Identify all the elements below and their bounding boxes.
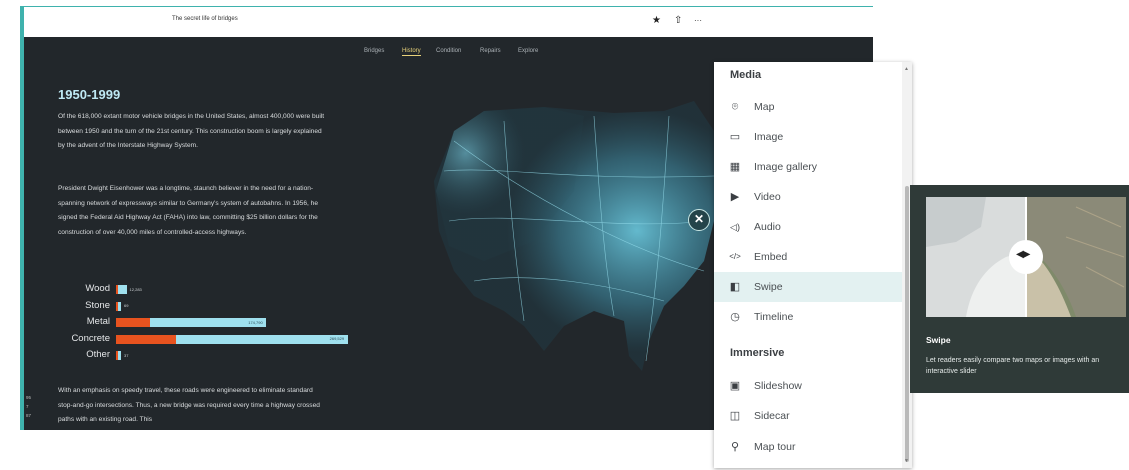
chart-category-label: Concrete	[71, 332, 110, 344]
nav-repairs[interactable]: Repairs	[480, 48, 501, 54]
story-title: The secret life of bridges	[172, 16, 238, 22]
chart-category-label: Stone	[85, 299, 110, 311]
bridge-material-chart: Wood 12,283 Stone 69 Metal 174,790 Concrete 269…	[54, 277, 348, 367]
slideshow-icon: ▣	[729, 380, 741, 392]
chart-bar-primary	[176, 334, 348, 344]
menu-item-embed[interactable]: </> Embed	[714, 242, 902, 272]
nav-history[interactable]: History	[402, 48, 421, 56]
share-icon[interactable]: ⇧	[674, 15, 682, 27]
sidecar-icon: ◫	[729, 410, 741, 422]
chart-category-label: Other	[86, 349, 110, 360]
swipe-handle-icon: ◀▶	[1016, 249, 1030, 260]
menu-item-label: Slideshow	[754, 380, 802, 392]
chart-data-label: 37	[124, 352, 129, 358]
chart-bar-primary	[118, 301, 121, 311]
nav-explore[interactable]: Explore	[518, 48, 538, 54]
card-title: Swipe	[926, 335, 951, 345]
chart-bar-primary	[118, 351, 121, 360]
menu-item-map[interactable]: ⌾ Map	[714, 92, 902, 122]
media-menu: Media ⌾ Map ▭ Image ▦ Image gallery ▶ Vi…	[714, 62, 912, 468]
menu-item-swipe[interactable]: ◧ Swipe	[714, 272, 902, 302]
menu-item-sidecar[interactable]: ◫ Sidecar	[714, 401, 902, 431]
chart-data-label: 12,283	[129, 286, 142, 292]
menu-item-label: Timeline	[754, 311, 794, 323]
paragraph-3: With an emphasis on speedy travel, these…	[58, 387, 320, 424]
story-nav: Bridges History Condition Repairs Explor…	[24, 37, 873, 65]
menu-item-image-gallery[interactable]: ▦ Image gallery	[714, 152, 902, 182]
chart-bar-secondary	[116, 334, 177, 344]
image-gallery-icon: ▦	[729, 161, 741, 173]
swipe-tooltip-card: ◀▶ Swipe Let readers easily compare two …	[910, 185, 1129, 393]
us-bridges-map	[434, 101, 724, 371]
audio-icon: ◁)	[730, 222, 740, 232]
menu-item-audio[interactable]: ◁) Audio	[714, 212, 902, 242]
timeline-icon: ◷	[730, 311, 740, 323]
video-icon: ▶	[730, 191, 740, 203]
menu-item-label: Swipe	[754, 281, 783, 293]
media-heading: Media	[730, 69, 762, 81]
story-top-bar: The secret life of bridges ★ ⇧ ···	[24, 7, 873, 37]
menu-item-slideshow[interactable]: ▣ Slideshow	[714, 371, 902, 401]
swipe-icon: ◧	[729, 281, 741, 293]
close-icon[interactable]: ✕	[688, 209, 710, 231]
nav-condition[interactable]: Condition	[436, 48, 461, 54]
paragraph-1: Of the 618,000 extant motor vehicle brid…	[58, 113, 325, 150]
map-pin-icon: ⌾	[731, 101, 739, 113]
favorite-star-icon[interactable]: ★	[652, 15, 661, 27]
chart-data-label: 174,790	[248, 319, 263, 325]
side-number: 87	[26, 413, 32, 418]
chart-bar-primary	[118, 285, 127, 294]
more-options-icon[interactable]: ···	[694, 15, 702, 27]
card-description: Let readers easily compare two maps or i…	[926, 357, 1100, 375]
section-heading: 1950-1999	[58, 87, 121, 102]
menu-item-map-tour[interactable]: ⚲ Map tour	[714, 432, 902, 462]
chart-category-label: Wood	[85, 283, 110, 294]
embed-icon: </>	[729, 252, 741, 261]
menu-item-image[interactable]: ▭ Image	[714, 122, 902, 152]
menu-item-label: Video	[754, 191, 781, 203]
scroll-up-arrow-icon[interactable]: ▲	[904, 66, 909, 72]
chart-data-label: 69	[124, 303, 129, 308]
menu-item-label: Embed	[754, 251, 788, 263]
immersive-heading: Immersive	[730, 347, 785, 359]
map-tour-icon: ⚲	[730, 441, 740, 453]
menu-item-label: Image gallery	[754, 161, 818, 173]
scroll-down-arrow-icon[interactable]: ▼	[904, 458, 909, 464]
nav-bridges[interactable]: Bridges	[364, 48, 384, 54]
image-icon: ▭	[729, 131, 741, 143]
menu-item-label: Audio	[754, 221, 781, 233]
scrollbar-thumb[interactable]	[905, 186, 909, 462]
paragraph-2: President Dwight Eisenhower was a longti…	[58, 185, 319, 236]
menu-item-label: Image	[754, 131, 784, 143]
chart-category-label: Metal	[86, 316, 110, 327]
side-page-numbers: 95 7 87	[26, 393, 31, 420]
chart-data-label: 269,529	[329, 336, 345, 341]
menu-item-timeline[interactable]: ◷ Timeline	[714, 302, 902, 332]
menu-item-label: Map	[754, 101, 775, 113]
menu-item-video[interactable]: ▶ Video	[714, 182, 902, 212]
menu-item-label: Sidecar	[754, 410, 790, 422]
side-number: 7	[26, 404, 29, 409]
side-number: 95	[26, 395, 32, 400]
menu-item-label: Map tour	[754, 441, 796, 453]
chart-bar-secondary	[116, 318, 151, 327]
